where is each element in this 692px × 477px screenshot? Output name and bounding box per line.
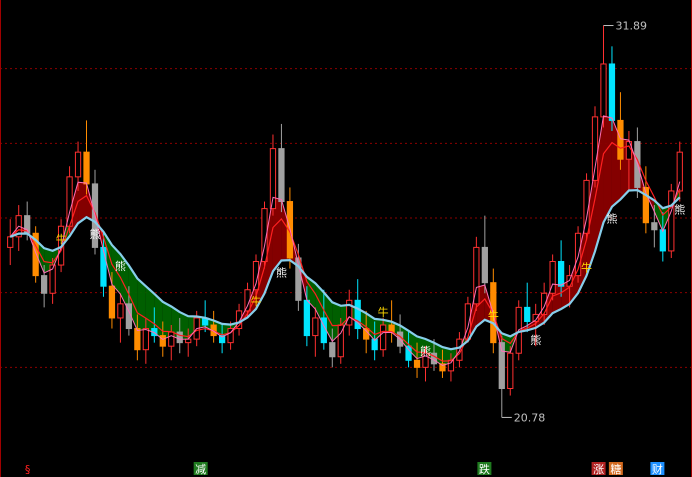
bottom-marker: § bbox=[25, 463, 31, 476]
bottom-marker-label: 涨 bbox=[593, 463, 604, 476]
bottom-marker: 减 bbox=[193, 462, 208, 476]
candle-body-up bbox=[74, 151, 82, 178]
bull-band-segment bbox=[603, 115, 612, 223]
bull-signal: 牛 bbox=[378, 305, 389, 319]
bull-signal: 牛 bbox=[251, 294, 262, 308]
bottom-marker-label: 减 bbox=[195, 463, 206, 476]
candle-body-down bbox=[413, 359, 421, 368]
bear-signal: 熊 bbox=[674, 202, 685, 216]
bottom-marker: 跌 bbox=[477, 462, 492, 476]
candle-body-up bbox=[507, 352, 514, 390]
candle-body-down bbox=[651, 222, 658, 231]
candle-body-down bbox=[83, 151, 90, 185]
bear-signal: 熊 bbox=[276, 265, 287, 279]
candle-body-up bbox=[168, 331, 175, 347]
candle-body-up bbox=[447, 359, 455, 372]
bottom-marker-label: 跌 bbox=[479, 462, 490, 476]
candle-body-up bbox=[142, 328, 149, 351]
bull-signal: 牛 bbox=[488, 308, 499, 322]
candle-body-down bbox=[405, 345, 412, 361]
candle-body-down bbox=[524, 306, 531, 322]
kline-chart[interactable]: 牛熊熊牛熊牛熊牛熊牛熊熊 31.89 20.78 § 减跌涨糖财 bbox=[0, 0, 692, 477]
candle-body-down bbox=[659, 229, 666, 252]
bear-signal: 熊 bbox=[420, 344, 431, 358]
candle-body-down bbox=[100, 246, 107, 287]
candle-body-down bbox=[557, 261, 565, 287]
candle-body-up bbox=[185, 338, 192, 344]
candle-body-up bbox=[541, 292, 548, 315]
bottom-marker: 财 bbox=[650, 462, 665, 476]
bear-signal: 熊 bbox=[89, 227, 100, 241]
bottom-marker: 涨 bbox=[591, 462, 606, 476]
candle-body-up bbox=[600, 63, 607, 118]
bear-signal: 熊 bbox=[606, 212, 617, 226]
candle-body-up bbox=[676, 151, 683, 192]
candle-body-down bbox=[278, 148, 285, 203]
kline-chart-svg: 牛熊熊牛熊牛熊牛熊牛熊熊 31.89 20.78 § 减跌涨糖财 bbox=[0, 0, 692, 477]
candle-body-up bbox=[7, 236, 14, 248]
candle-body-up bbox=[668, 190, 675, 252]
candle-body-down bbox=[108, 285, 116, 319]
bear-signal: 熊 bbox=[115, 259, 126, 273]
max-price-label: 31.89 bbox=[615, 20, 647, 33]
candle-body-down bbox=[41, 275, 48, 294]
candle-body-up bbox=[312, 317, 319, 337]
candle-body-down bbox=[329, 342, 336, 358]
bottom-marker-label: 糖 bbox=[610, 462, 621, 476]
bottom-marker-label: 财 bbox=[652, 462, 663, 476]
candle-body-down bbox=[617, 119, 624, 160]
candle-body-down bbox=[303, 299, 310, 337]
candle-body-down bbox=[134, 328, 141, 351]
candle-body-down bbox=[363, 328, 370, 340]
candle-body-down bbox=[481, 246, 488, 284]
bear-signal: 熊 bbox=[530, 333, 541, 347]
bottom-marker: 糖 bbox=[608, 462, 623, 476]
candle-body-up bbox=[117, 303, 124, 319]
bull-signal: 牛 bbox=[56, 232, 67, 246]
candle-body-down bbox=[608, 63, 616, 121]
candle-body-up bbox=[380, 324, 387, 351]
bull-signal: 牛 bbox=[581, 261, 592, 275]
min-price-label: 20.78 bbox=[514, 411, 546, 424]
candle-body-up bbox=[591, 116, 599, 181]
bottom-marker-label: § bbox=[25, 463, 31, 476]
candle-body-down bbox=[176, 331, 183, 344]
candle-body-down bbox=[159, 335, 166, 347]
